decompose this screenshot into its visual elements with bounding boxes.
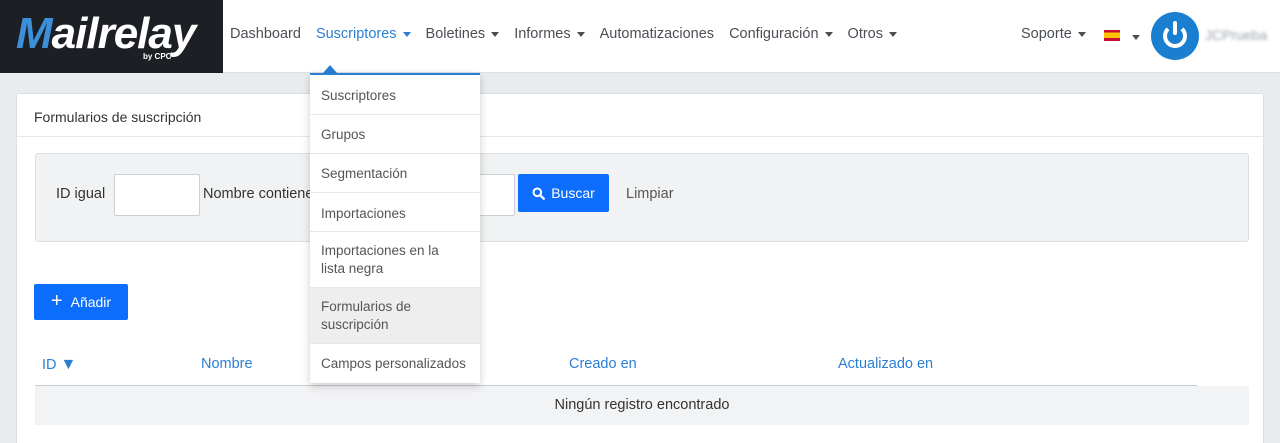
spain-flag-icon[interactable]	[1104, 30, 1120, 41]
id-filter-input[interactable]	[114, 174, 200, 216]
menu-item-grupos[interactable]: Grupos	[310, 115, 480, 154]
menu-item-formularios[interactable]: Formularios de suscripción	[310, 288, 480, 344]
search-icon	[532, 187, 546, 200]
nav-dashboard[interactable]: Dashboard	[230, 26, 301, 42]
menu-item-campos-personalizados[interactable]: Campos personalizados	[310, 344, 480, 383]
dropdown-pointer	[323, 65, 337, 73]
menu-item-importaciones[interactable]: Importaciones	[310, 193, 480, 232]
nav-boletines[interactable]: Boletines	[426, 26, 500, 42]
add-button[interactable]: + Añadir	[34, 284, 128, 320]
avatar[interactable]	[1151, 12, 1199, 60]
main-panel: Formularios de suscripción ID igual Nomb…	[16, 93, 1264, 443]
chevron-down-icon	[1077, 31, 1086, 37]
column-header-nombre[interactable]: Nombre	[201, 356, 253, 372]
nav-soporte[interactable]: Soporte	[1021, 26, 1086, 42]
nav-otros[interactable]: Otros	[848, 26, 897, 42]
main-nav: Dashboard Suscriptores Boletines Informe…	[230, 26, 912, 42]
chevron-down-icon	[889, 31, 897, 37]
username[interactable]: JCPrueba	[1205, 27, 1267, 43]
column-header-id[interactable]: ID ▼	[42, 356, 76, 374]
nav-suscriptores[interactable]: Suscriptores	[316, 26, 411, 42]
top-navbar: Mailrelay by CPC Dashboard Suscriptores …	[0, 0, 1280, 73]
filter-box: ID igual Nombre contiene Buscar Limpiar	[35, 153, 1249, 242]
chevron-down-icon[interactable]	[1132, 35, 1140, 40]
divider	[17, 136, 1263, 137]
menu-item-segmentacion[interactable]: Segmentación	[310, 154, 480, 193]
chevron-down-icon	[491, 31, 500, 37]
column-header-creado[interactable]: Creado en	[569, 356, 637, 372]
chevron-down-icon	[402, 31, 411, 37]
plus-icon: +	[50, 290, 63, 312]
id-filter-label: ID igual	[56, 186, 106, 202]
empty-table-row: Ningún registro encontrado	[35, 386, 1249, 425]
nav-configuracion[interactable]: Configuración	[729, 26, 833, 42]
logo-byline: by CPC	[143, 52, 172, 61]
name-filter-label: Nombre contiene	[203, 186, 314, 202]
clear-link[interactable]: Limpiar	[626, 186, 674, 202]
suscriptores-dropdown-menu: Suscriptores Grupos Segmentación Importa…	[310, 73, 480, 383]
nav-informes[interactable]: Informes	[514, 26, 585, 42]
mailrelay-logo[interactable]: Mailrelay by CPC	[0, 0, 223, 73]
menu-item-importaciones-lista-negra[interactable]: Importaciones en la lista negra	[310, 232, 480, 288]
nav-automatizaciones[interactable]: Automatizaciones	[600, 26, 714, 42]
menu-item-suscriptores[interactable]: Suscriptores	[310, 75, 480, 115]
chevron-down-icon	[824, 31, 833, 37]
chevron-down-icon	[576, 31, 585, 37]
search-button[interactable]: Buscar	[518, 174, 609, 212]
page-title: Formularios de suscripción	[34, 109, 202, 125]
sort-desc-icon: ▼	[60, 356, 77, 373]
column-header-actualizado[interactable]: Actualizado en	[838, 356, 933, 372]
